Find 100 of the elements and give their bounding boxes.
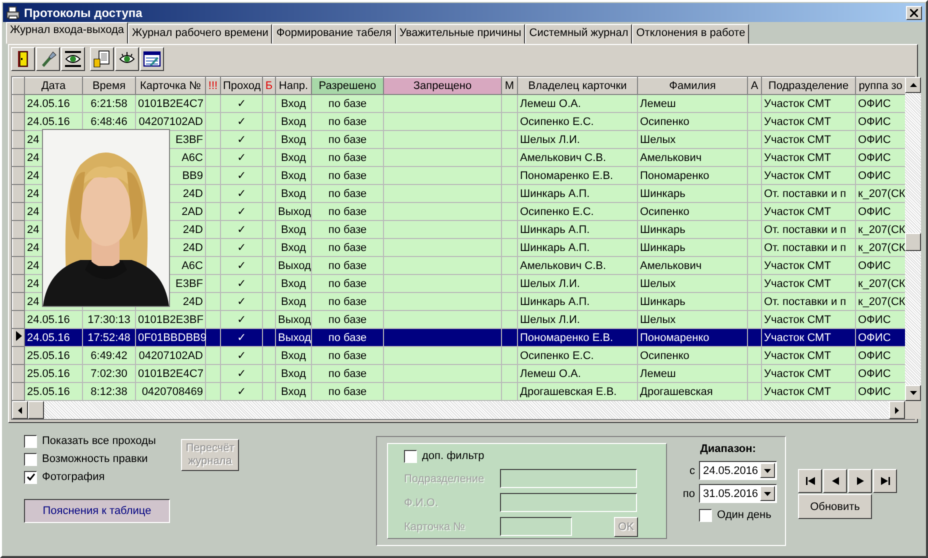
table-cell: Шелых Л.И.: [518, 310, 638, 328]
down-arrow-icon: [910, 391, 916, 395]
column-header[interactable]: Карточка №: [136, 78, 206, 94]
table-cell: ОФИС: [856, 382, 905, 400]
table-cell: Вход: [276, 166, 312, 184]
close-button[interactable]: [906, 6, 922, 20]
scroll-down-button[interactable]: [905, 385, 921, 401]
table-cell: Осипенко: [638, 112, 748, 130]
scroll-thumb[interactable]: [28, 401, 44, 419]
table-cell: Шинкарь: [638, 292, 748, 310]
table-cell: Лемеш: [638, 364, 748, 382]
table-cell: Шинкарь А.П.: [518, 220, 638, 238]
field-label: Подразделение: [404, 472, 486, 484]
toolbar-button[interactable]: [61, 47, 85, 71]
table-cell: Амелькович: [638, 148, 748, 166]
table-cell: Шелых: [638, 310, 748, 328]
horizontal-scrollbar[interactable]: [12, 401, 905, 419]
column-header[interactable]: Подразделение: [762, 78, 856, 94]
first-record-button[interactable]: [798, 469, 822, 493]
checkbox[interactable]: [24, 452, 37, 466]
table-cell: Вход: [276, 148, 312, 166]
table-cell: Участок СМТ: [762, 130, 856, 148]
column-header[interactable]: руппа зо: [856, 78, 905, 94]
legend-button[interactable]: Пояснения к таблице: [24, 499, 170, 523]
column-header[interactable]: А: [748, 78, 762, 94]
field-label: Карточка №: [404, 520, 466, 532]
table-cell: по базе: [312, 328, 384, 346]
table-cell: 25.05.16: [24, 346, 82, 364]
skip-icon: [880, 477, 890, 485]
column-header[interactable]: М: [502, 78, 518, 94]
toolbar-button[interactable]: [11, 47, 35, 71]
table-row[interactable]: 24.05.16 6:21:58 0101B2E4C7 ✓ Вход по базе Лемеш О.А. Лемеш Участок СМТ ОФИС: [12, 94, 905, 112]
table-row[interactable]: 25.05.16 6:49:42 04207102AD ✓ Вход по базе Осипенко Е.С. Осипенко Участок СМТ ОФИС: [12, 346, 905, 364]
table-cell: по базе: [312, 166, 384, 184]
scroll-right-button[interactable]: [889, 401, 905, 419]
table-cell: ✓: [220, 364, 262, 382]
checkbox[interactable]: [24, 470, 37, 484]
tab[interactable]: Уважительные причины: [396, 24, 526, 44]
table-cell: Амелькович С.В.: [518, 256, 638, 274]
table-cell: 24.05.16: [24, 310, 82, 328]
scroll-up-button[interactable]: [905, 77, 921, 93]
next-record-button[interactable]: [848, 469, 872, 493]
checkbox[interactable]: [24, 434, 37, 448]
date-picker[interactable]: 31.05.2016: [699, 484, 777, 503]
table-cell: Шелых Л.И.: [518, 130, 638, 148]
column-header[interactable]: Запрещено: [384, 78, 502, 94]
table-row[interactable]: 24.05.16 17:30:13 0101B2E3BF ✓ Выход по базе Шелых Л.И. Шелых Участок СМТ ОФИС: [12, 310, 905, 328]
scroll-left-button[interactable]: [12, 401, 28, 419]
table-cell: 0101B2E4C7: [136, 364, 206, 382]
table-cell: Пономаренко: [638, 328, 748, 346]
table-cell: ✓: [220, 112, 262, 130]
table-cell: Выход: [276, 328, 312, 346]
arrow-icon: [856, 477, 864, 485]
table-cell: Осипенко: [638, 202, 748, 220]
toolbar-button[interactable]: [115, 47, 139, 71]
table-cell: 25.05.16: [24, 382, 82, 400]
table-cell: Вход: [276, 220, 312, 238]
toolbar-button[interactable]: [36, 47, 60, 71]
prev-record-button[interactable]: [823, 469, 847, 493]
refresh-button[interactable]: Обновить: [798, 494, 872, 519]
table-cell: по базе: [312, 184, 384, 202]
range-title: Диапазон:: [700, 443, 756, 455]
column-header[interactable]: Напр.: [276, 78, 312, 94]
tab[interactable]: Отклонения в работе: [632, 24, 750, 44]
vertical-scrollbar[interactable]: [905, 77, 921, 401]
table-cell: Лемеш О.А.: [518, 94, 638, 112]
table-cell: Выход: [276, 256, 312, 274]
column-header[interactable]: Разрешено: [312, 78, 384, 94]
right-arrow-icon: [895, 406, 899, 414]
column-header[interactable]: Дата: [24, 78, 82, 94]
tab[interactable]: Журнал рабочего времени: [128, 24, 272, 44]
current-row-icon: [16, 331, 22, 341]
table-cell: Шелых: [638, 274, 748, 292]
table-row[interactable]: 25.05.16 7:02:30 0101B2E4C7 ✓ Вход по базе Лемеш О.А. Лемеш Участок СМТ ОФИС: [12, 364, 905, 382]
table-cell: Участок СМТ: [762, 310, 856, 328]
toolbar-button[interactable]: [90, 47, 114, 71]
table-cell: по базе: [312, 292, 384, 310]
skip-icon: [806, 477, 814, 485]
column-header[interactable]: Фамилия: [638, 78, 748, 94]
last-record-button[interactable]: [873, 469, 897, 493]
column-header[interactable]: Проход: [220, 78, 262, 94]
column-header[interactable]: Владелец карточки: [518, 78, 638, 94]
table-cell: 24.05.16: [24, 94, 82, 112]
checkbox[interactable]: [699, 508, 712, 522]
table-cell: по базе: [312, 238, 384, 256]
table-cell: ОФИС: [856, 166, 905, 184]
scroll-thumb[interactable]: [905, 233, 921, 251]
date-picker[interactable]: 24.05.2016: [699, 461, 777, 480]
table-cell: Шелых Л.И.: [518, 274, 638, 292]
tab[interactable]: Формирование табеля: [272, 24, 396, 44]
table-row[interactable]: 25.05.16 8:12:38 0420708469 ✓ Вход по базе Дрогашевская Е.В. Дрогашевская Участок СМТ ОФИС: [12, 382, 905, 400]
column-header[interactable]: Время: [82, 78, 136, 94]
table-cell: Шинкарь А.П.: [518, 184, 638, 202]
dropdown-icon: [764, 468, 771, 472]
table-row[interactable]: 24.05.16 6:48:46 04207102AD ✓ Вход по базе Осипенко Е.С. Осипенко Участок СМТ ОФИС: [12, 112, 905, 130]
table-cell: ✓: [220, 184, 262, 202]
toolbar-button[interactable]: [140, 47, 164, 71]
tab[interactable]: Системный журнал: [525, 24, 632, 44]
tab[interactable]: Журнал входа-выхода: [6, 22, 128, 44]
printer-icon: [6, 6, 20, 20]
